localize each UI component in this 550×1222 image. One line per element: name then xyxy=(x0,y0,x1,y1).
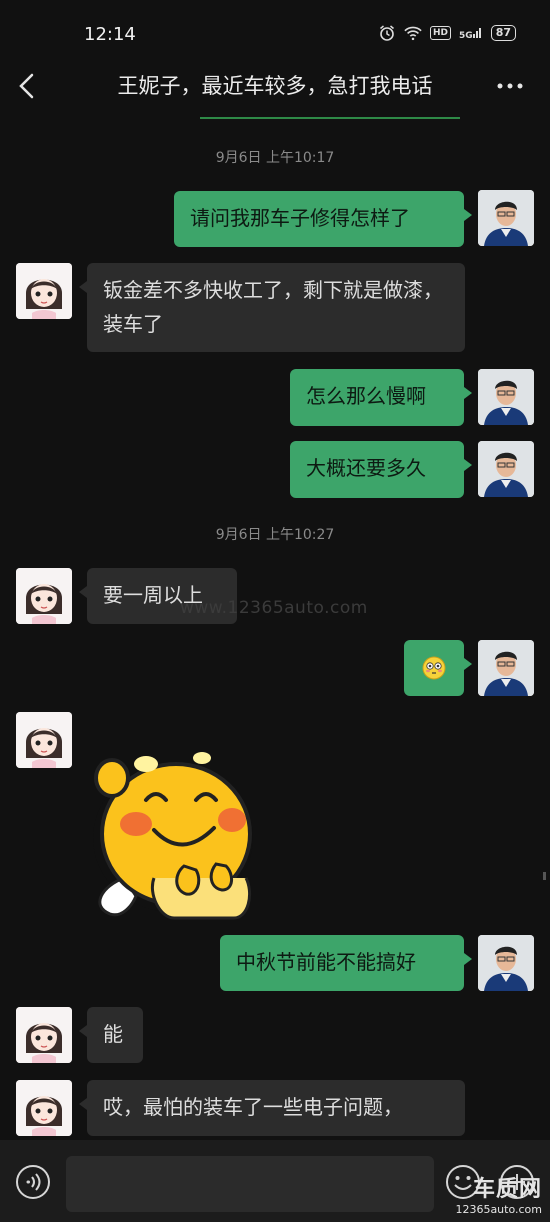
sent-message-bubble[interactable]: 中秋节前能不能搞好 xyxy=(220,935,472,991)
message-input[interactable] xyxy=(66,1156,434,1212)
scroll-indicator xyxy=(543,872,546,880)
battery-indicator: 87 xyxy=(490,25,516,41)
my-avatar[interactable] xyxy=(478,640,534,696)
my-avatar[interactable] xyxy=(478,369,534,425)
contact-avatar[interactable] xyxy=(16,263,72,319)
my-avatar[interactable] xyxy=(478,935,534,991)
girl-cartoon-icon xyxy=(16,263,72,319)
received-message-bubble[interactable]: 钣金差不多快收工了，剩下就是做漆，装车了 xyxy=(79,263,465,352)
girl-cartoon-icon xyxy=(16,1007,72,1063)
chat-title: 王妮子，最近车较多，急打我电话 xyxy=(117,74,433,98)
smiling-mascot-sticker[interactable] xyxy=(84,738,262,922)
hd-badge: HD xyxy=(430,26,452,40)
received-message-bubble[interactable]: 能 xyxy=(79,1007,143,1063)
sent-emoji-bubble[interactable] xyxy=(404,640,472,696)
sent-message-bubble[interactable]: 请问我那车子修得怎样了 xyxy=(174,191,472,247)
contact-avatar[interactable] xyxy=(16,1080,72,1136)
contact-avatar[interactable] xyxy=(16,712,72,768)
man-portrait-icon xyxy=(478,369,534,425)
more-options-icon[interactable] xyxy=(492,70,528,102)
my-avatar[interactable] xyxy=(478,190,534,246)
logo-sub-text: 12365auto.com xyxy=(455,1203,542,1216)
status-bar: 12:14 HD 5G 87 xyxy=(0,0,550,60)
man-portrait-icon xyxy=(478,640,534,696)
flushed-face-icon xyxy=(422,656,446,680)
signal-bars-icon xyxy=(472,27,481,38)
logo-main-text: 车质网 xyxy=(472,1176,542,1202)
header-accent-line xyxy=(200,117,460,119)
girl-cartoon-icon xyxy=(16,712,72,768)
sent-message-bubble[interactable]: 怎么那么慢啊 xyxy=(290,369,472,426)
back-arrow-icon[interactable] xyxy=(12,70,44,102)
girl-cartoon-icon xyxy=(16,1080,72,1136)
timestamp: 9月6日 上午10:17 xyxy=(215,150,335,166)
my-avatar[interactable] xyxy=(478,441,534,497)
signal-label: 5G xyxy=(459,30,473,41)
alarm-icon xyxy=(380,25,394,41)
signal-5g: 5G xyxy=(459,26,483,41)
status-time: 12:14 xyxy=(84,24,136,45)
girl-cartoon-icon xyxy=(16,568,72,624)
status-icons: HD 5G 87 xyxy=(378,24,516,42)
timestamp: 9月6日 上午10:27 xyxy=(215,527,335,543)
sent-message-bubble[interactable]: 大概还要多久 xyxy=(290,441,472,498)
watermark-text: www.12365auto.com xyxy=(180,598,368,618)
wifi-icon xyxy=(404,26,422,41)
site-logo: 车质网 12365auto.com xyxy=(455,1171,542,1216)
received-message-bubble[interactable]: 哎，最怕的装车了一些电子问题， xyxy=(79,1080,465,1136)
man-portrait-icon xyxy=(478,441,534,497)
man-portrait-icon xyxy=(478,935,534,991)
man-portrait-icon xyxy=(478,190,534,246)
contact-avatar[interactable] xyxy=(16,568,72,624)
voice-input-icon[interactable] xyxy=(14,1163,52,1201)
contact-avatar[interactable] xyxy=(16,1007,72,1063)
